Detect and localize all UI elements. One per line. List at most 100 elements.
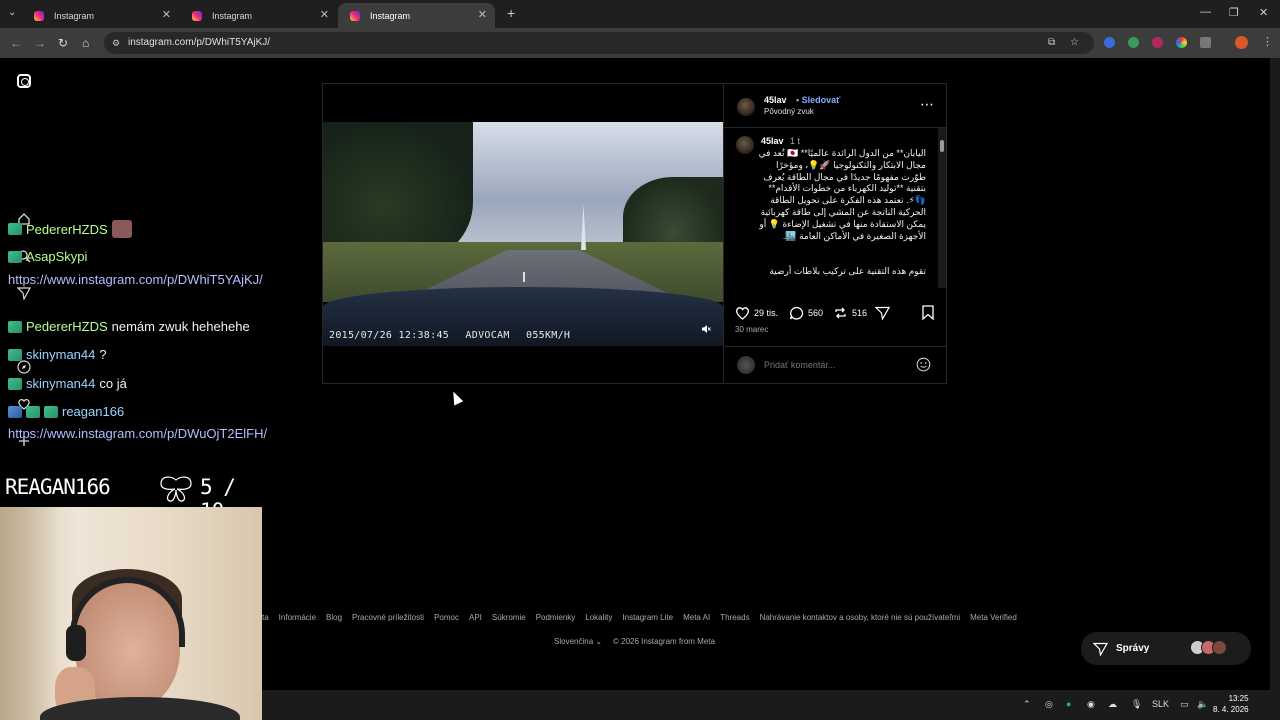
follow-button[interactable]: • Sledovať bbox=[796, 95, 841, 105]
chat-badge-icon bbox=[44, 405, 58, 418]
extension-translate-icon[interactable] bbox=[1104, 37, 1115, 48]
caption-username[interactable]: 45lav bbox=[761, 136, 784, 146]
chat-badge-icon bbox=[26, 405, 40, 418]
chat-text: nemám zwuk hehehehe bbox=[111, 319, 250, 334]
browser-tab-3[interactable]: Instagram ✕ bbox=[338, 3, 495, 28]
back-icon[interactable]: ← bbox=[10, 36, 22, 50]
muted-speaker-icon[interactable] bbox=[701, 324, 711, 334]
minimize-icon[interactable]: — bbox=[1200, 6, 1211, 18]
chat-text: co já bbox=[99, 376, 127, 391]
footer-link[interactable]: Threads bbox=[720, 613, 749, 622]
chat-message: https://www.instagram.com/p/DWhiT5YAjKJ/ bbox=[8, 270, 293, 289]
restore-icon[interactable]: ❐ bbox=[1229, 6, 1239, 19]
stream-overlay-banner: REAGAN166 5 / 10 bbox=[0, 469, 262, 523]
new-tab-button[interactable]: + bbox=[507, 5, 515, 21]
caption-scrollbar-thumb[interactable] bbox=[940, 140, 944, 152]
footer-link[interactable]: Pomoc bbox=[434, 613, 459, 622]
audio-label[interactable]: Pôvodný zvuk bbox=[764, 107, 814, 116]
forward-icon[interactable]: → bbox=[34, 36, 46, 50]
page-scrollbar[interactable] bbox=[1270, 58, 1280, 690]
taskbar-clock[interactable]: 13:25 8. 4. 2026 bbox=[1213, 693, 1249, 715]
footer-link[interactable]: API bbox=[469, 613, 482, 622]
messages-label: Správy bbox=[1116, 643, 1150, 654]
tab-close-icon[interactable]: ✕ bbox=[478, 8, 487, 21]
current-user-avatar bbox=[737, 356, 755, 374]
footer-link[interactable]: ta bbox=[262, 613, 269, 622]
footer-link[interactable]: Meta AI bbox=[683, 613, 710, 622]
language-select[interactable]: Slovenčina ⌄ bbox=[554, 637, 602, 646]
comment-input[interactable] bbox=[764, 360, 904, 370]
post-date: 30 marec bbox=[735, 325, 769, 334]
microphone-icon[interactable]: 🎙 bbox=[1131, 699, 1142, 710]
footer-link[interactable]: Nahrávanie kontaktov a osoby, ktoré nie … bbox=[760, 613, 961, 622]
site-info-icon[interactable]: ⚙ bbox=[112, 32, 120, 54]
extension-color-icon[interactable] bbox=[1176, 37, 1187, 48]
webcam-feed bbox=[0, 507, 262, 720]
spotify-icon[interactable]: ● bbox=[1066, 699, 1071, 709]
reload-icon[interactable]: ↻ bbox=[58, 36, 68, 50]
caption-scrollbar[interactable] bbox=[938, 128, 946, 288]
follow-separator: • bbox=[796, 95, 800, 105]
browser-tab-1[interactable]: Instagram ✕ bbox=[22, 3, 179, 28]
instagram-favicon-icon bbox=[192, 10, 202, 21]
tab-close-icon[interactable]: ✕ bbox=[320, 8, 329, 21]
footer-link[interactable]: Informácie bbox=[279, 613, 316, 622]
volume-icon[interactable]: 🔈 bbox=[1197, 699, 1208, 710]
comment-icon bbox=[789, 306, 804, 320]
tab-title: Instagram bbox=[54, 10, 95, 21]
extensions-puzzle-icon[interactable] bbox=[1200, 37, 1211, 48]
tab-list-dropdown-icon[interactable]: ⌄ bbox=[8, 7, 16, 18]
instagram-favicon-icon bbox=[34, 10, 44, 21]
comment-button[interactable]: 560 bbox=[789, 306, 823, 320]
home-icon[interactable]: ⌂ bbox=[82, 36, 89, 50]
more-options-icon[interactable]: ⋯ bbox=[920, 96, 935, 113]
reel-video[interactable]: 2015/07/26 12:38:45 ADVOCAM 055KM/H bbox=[323, 84, 723, 383]
footer-link[interactable]: Blog bbox=[326, 613, 342, 622]
message-avatars bbox=[1190, 640, 1240, 656]
chat-username: PedererHZDS bbox=[26, 221, 108, 237]
comment-count: 560 bbox=[808, 308, 824, 318]
windows-taskbar: ⌃ ◎ ● ◉ ☁ 🎙 SLK ▭ 🔈 bbox=[262, 690, 1280, 720]
footer-link[interactable]: Instagram Lite bbox=[622, 613, 673, 622]
url-text: instagram.com/p/DWhiT5YAjKJ/ bbox=[128, 37, 271, 48]
install-app-icon[interactable]: ⧉ bbox=[1048, 32, 1055, 54]
emoji-icon[interactable] bbox=[916, 357, 931, 372]
steam-icon[interactable]: ◉ bbox=[1087, 699, 1095, 710]
repost-count: 516 bbox=[852, 308, 868, 318]
footer-link[interactable]: Súkromie bbox=[492, 613, 526, 622]
bookmark-star-icon[interactable]: ☆ bbox=[1070, 32, 1079, 54]
osd-date: 2015/07/26 12:38:45 bbox=[329, 330, 450, 341]
tab-close-icon[interactable]: ✕ bbox=[162, 8, 171, 21]
like-button[interactable]: 29 tis. bbox=[735, 306, 778, 320]
address-bar[interactable]: ⚙ instagram.com/p/DWhiT5YAjKJ/ ⧉ ☆ bbox=[104, 32, 1094, 54]
tray-cloud-icon[interactable]: ☁ bbox=[1108, 699, 1117, 710]
author-avatar[interactable] bbox=[737, 98, 755, 116]
chat-badge-icon bbox=[8, 250, 22, 263]
tray-overflow-icon[interactable]: ⌃ bbox=[1023, 699, 1031, 710]
avatar bbox=[1212, 640, 1227, 655]
chat-message: PedererHZDS nemám zwuk hehehehe bbox=[8, 319, 250, 334]
browser-menu-icon[interactable]: ⋮ bbox=[1262, 35, 1273, 48]
footer-link[interactable]: Meta Verified bbox=[970, 613, 1017, 622]
browser-tab-bar: ⌄ Instagram ✕ Instagram ✕ Instagram ✕ + … bbox=[0, 0, 1280, 28]
tray-app-icon[interactable]: ◎ bbox=[1045, 699, 1053, 710]
save-bookmark-icon[interactable] bbox=[922, 305, 934, 320]
heart-icon bbox=[736, 307, 749, 320]
browser-tab-2[interactable]: Instagram ✕ bbox=[180, 3, 337, 28]
repost-button[interactable]: 516 bbox=[833, 306, 867, 320]
share-icon[interactable] bbox=[875, 306, 890, 320]
network-icon[interactable]: ▭ bbox=[1180, 699, 1189, 710]
extension-shield-icon[interactable] bbox=[1128, 37, 1139, 48]
caption-avatar[interactable] bbox=[736, 136, 754, 154]
chat-message: AsapSkypi bbox=[8, 249, 91, 264]
close-window-icon[interactable]: ✕ bbox=[1259, 6, 1268, 19]
profile-avatar-icon[interactable] bbox=[1235, 36, 1248, 49]
extension-ublock-icon[interactable] bbox=[1152, 37, 1163, 48]
author-username[interactable]: 45lav bbox=[764, 95, 787, 105]
footer-link[interactable]: Lokality bbox=[585, 613, 612, 622]
instagram-logo-icon[interactable] bbox=[17, 74, 31, 88]
footer-link[interactable]: Pracovné príležitosti bbox=[352, 613, 424, 622]
chat-message: skinyman44 co já bbox=[8, 376, 127, 391]
input-language[interactable]: SLK bbox=[1152, 699, 1169, 709]
footer-link[interactable]: Podmienky bbox=[536, 613, 576, 622]
